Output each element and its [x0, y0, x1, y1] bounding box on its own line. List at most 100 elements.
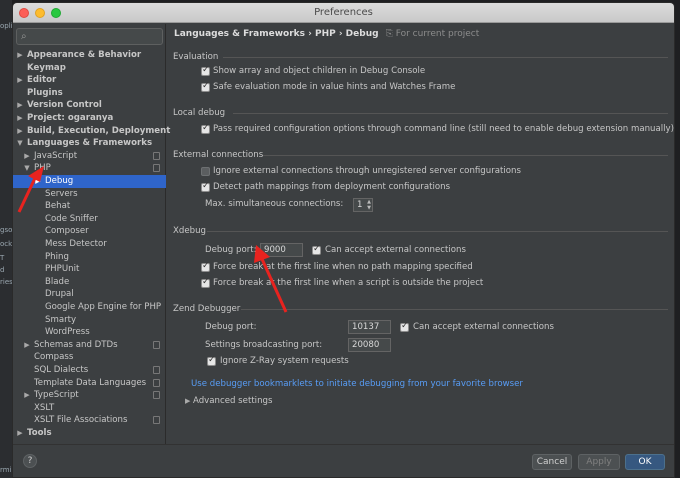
sidebar-item-label: Debug	[45, 176, 74, 186]
sidebar-item[interactable]: ▶ Tools	[13, 427, 166, 440]
ignore-zray-checkbox[interactable]	[207, 355, 216, 366]
sidebar-item[interactable]: ▶ Appearance & Behavior	[13, 49, 166, 62]
sidebar-item[interactable]: Smarty	[13, 314, 166, 327]
zend-accept-external-checkbox[interactable]	[400, 321, 409, 332]
sidebar-item[interactable]: Blade	[13, 276, 166, 289]
sidebar-item[interactable]: Code Sniffer	[13, 213, 166, 226]
xdebug-accept-external-checkbox[interactable]	[312, 244, 321, 255]
apply-button[interactable]: Apply	[578, 454, 620, 470]
sidebar-item-label: SQL Dialects	[34, 365, 89, 375]
divider	[241, 309, 668, 310]
ignore-zray-label: Ignore Z-Ray system requests	[220, 356, 349, 366]
chevron-right-icon[interactable]: ▶	[34, 175, 42, 188]
sidebar-item[interactable]: XSLT	[13, 402, 166, 415]
chevron-down-icon[interactable]: ▼	[16, 137, 24, 150]
sidebar-item[interactable]: ▶ Debug	[13, 175, 166, 188]
chevron-right-icon[interactable]: ▶	[16, 49, 24, 62]
section-title-zend-debugger: Zend Debugger	[173, 304, 241, 314]
broadcast-port-label: Settings broadcasting port:	[205, 340, 323, 350]
sidebar-item-label: Composer	[45, 226, 89, 237]
advanced-settings-toggle[interactable]: Advanced settings	[193, 396, 272, 406]
sidebar-item-label: WordPress	[45, 327, 90, 338]
sidebar-item[interactable]: Keymap	[13, 62, 166, 75]
sidebar-item[interactable]: Behat	[13, 200, 166, 213]
sidebar-item[interactable]: ▶ JavaScript	[13, 150, 166, 163]
preferences-window: Preferences ⌕ ▶ Appearance & Behavior Keym…	[12, 2, 675, 478]
zend-port-label: Debug port:	[205, 322, 257, 332]
search-icon: ⌕	[21, 31, 27, 42]
settings-sidebar: ⌕ ▶ Appearance & Behavior Keymap ▶ Editor Plu…	[13, 24, 170, 444]
sidebar-item-label: Schemas and DTDs	[34, 339, 118, 350]
sidebar-item[interactable]: Drupal	[13, 288, 166, 301]
sidebar-item-label: Project: ogaranya	[27, 113, 114, 123]
chevron-right-icon[interactable]: ▶	[185, 397, 190, 405]
sidebar-item-label: Mess Detector	[45, 239, 107, 249]
sidebar-item-label: Editor	[27, 75, 57, 86]
ok-button[interactable]: OK	[625, 454, 665, 470]
zend-port-input[interactable]: 10137	[348, 320, 391, 334]
chevron-down-icon[interactable]: ▼	[23, 162, 31, 175]
backdrop-fragment: d	[0, 266, 5, 274]
bookmarklets-link[interactable]: Use debugger bookmarklets to initiate de…	[191, 379, 523, 389]
sidebar-item[interactable]: Phing	[13, 251, 166, 264]
sidebar-item-label: Build, Execution, Deployment	[27, 125, 171, 136]
sidebar-item-label: XSLT File Associations	[34, 415, 128, 426]
sidebar-item[interactable]: ▼ Languages & Frameworks	[13, 137, 166, 150]
sidebar-item[interactable]: ▶ Project: ogaranya	[13, 112, 166, 125]
ignore-unregistered-label: Ignore external connections through unre…	[213, 166, 521, 176]
zend-accept-external-label: Can accept external connections	[413, 322, 554, 332]
sidebar-item-label: Keymap	[27, 62, 66, 73]
sidebar-item[interactable]: ▶ Version Control	[13, 99, 166, 112]
sidebar-item[interactable]: XSLT File Associations	[13, 414, 166, 427]
pass-required-label: Pass required configuration options thro…	[213, 124, 674, 134]
sidebar-item[interactable]: Google App Engine for PHP	[13, 301, 166, 314]
chevron-right-icon[interactable]: ▶	[16, 99, 24, 112]
sidebar-item-label: Drupal	[45, 289, 74, 300]
chevron-right-icon[interactable]: ▶	[16, 125, 24, 138]
sidebar-item[interactable]: Compass	[13, 351, 166, 364]
sidebar-item[interactable]: ▶ Build, Execution, Deployment	[13, 125, 170, 138]
sidebar-item-label: Google App Engine for PHP	[45, 302, 162, 312]
help-button[interactable]: ?	[23, 454, 37, 468]
sidebar-item-label: Version Control	[27, 100, 102, 111]
chevron-right-icon[interactable]: ▶	[16, 427, 24, 440]
dialog-footer: ? Cancel Apply OK	[13, 444, 674, 477]
sidebar-item[interactable]: Servers	[13, 188, 166, 201]
chevron-right-icon[interactable]: ▶	[23, 150, 31, 163]
sidebar-item[interactable]: Mess Detector	[13, 238, 166, 251]
force-break-first-label: Force break at the first line when no pa…	[213, 262, 473, 272]
sidebar-item[interactable]: SQL Dialects	[13, 364, 166, 377]
safe-eval-checkbox[interactable]	[201, 81, 210, 92]
title-bar: Preferences	[13, 3, 674, 23]
cancel-button[interactable]: Cancel	[532, 454, 572, 470]
sidebar-item[interactable]: ▶ TypeScript	[13, 389, 166, 402]
detect-mappings-checkbox[interactable]	[201, 181, 210, 192]
scope-label: ⎘ For current project	[385, 29, 480, 39]
ignore-unregistered-checkbox[interactable]	[201, 167, 210, 176]
force-break-outside-checkbox[interactable]	[201, 277, 210, 288]
sidebar-item[interactable]: ▶ Editor	[13, 74, 166, 87]
sidebar-item[interactable]: ▼ PHP	[13, 162, 166, 175]
chevron-right-icon[interactable]: ▶	[23, 389, 31, 402]
spinner-arrows-icon[interactable]: ▲ ▼	[365, 199, 373, 213]
chevron-right-icon[interactable]: ▶	[23, 339, 31, 352]
sidebar-item-label: TypeScript	[34, 390, 79, 401]
sidebar-item[interactable]: Template Data Languages	[13, 377, 166, 390]
divider	[223, 57, 668, 58]
sidebar-item[interactable]: Plugins	[13, 87, 166, 100]
sidebar-item[interactable]: WordPress	[13, 326, 166, 339]
project-scope-icon	[153, 366, 160, 374]
sidebar-item[interactable]: PHPUnit	[13, 263, 166, 276]
xdebug-port-input[interactable]: 9000	[260, 243, 303, 257]
settings-search-input[interactable]: ⌕	[16, 28, 163, 45]
divider	[233, 113, 668, 114]
chevron-right-icon[interactable]: ▶	[16, 112, 24, 125]
sidebar-item[interactable]: Composer	[13, 225, 166, 238]
show-array-checkbox[interactable]	[201, 65, 210, 76]
sidebar-item-label: Phing	[45, 251, 69, 262]
force-break-first-checkbox[interactable]	[201, 261, 210, 272]
broadcast-port-input[interactable]: 20080	[348, 338, 391, 352]
sidebar-item[interactable]: ▶ Schemas and DTDs	[13, 339, 166, 352]
chevron-right-icon[interactable]: ▶	[16, 74, 24, 87]
pass-required-checkbox[interactable]	[201, 123, 210, 134]
